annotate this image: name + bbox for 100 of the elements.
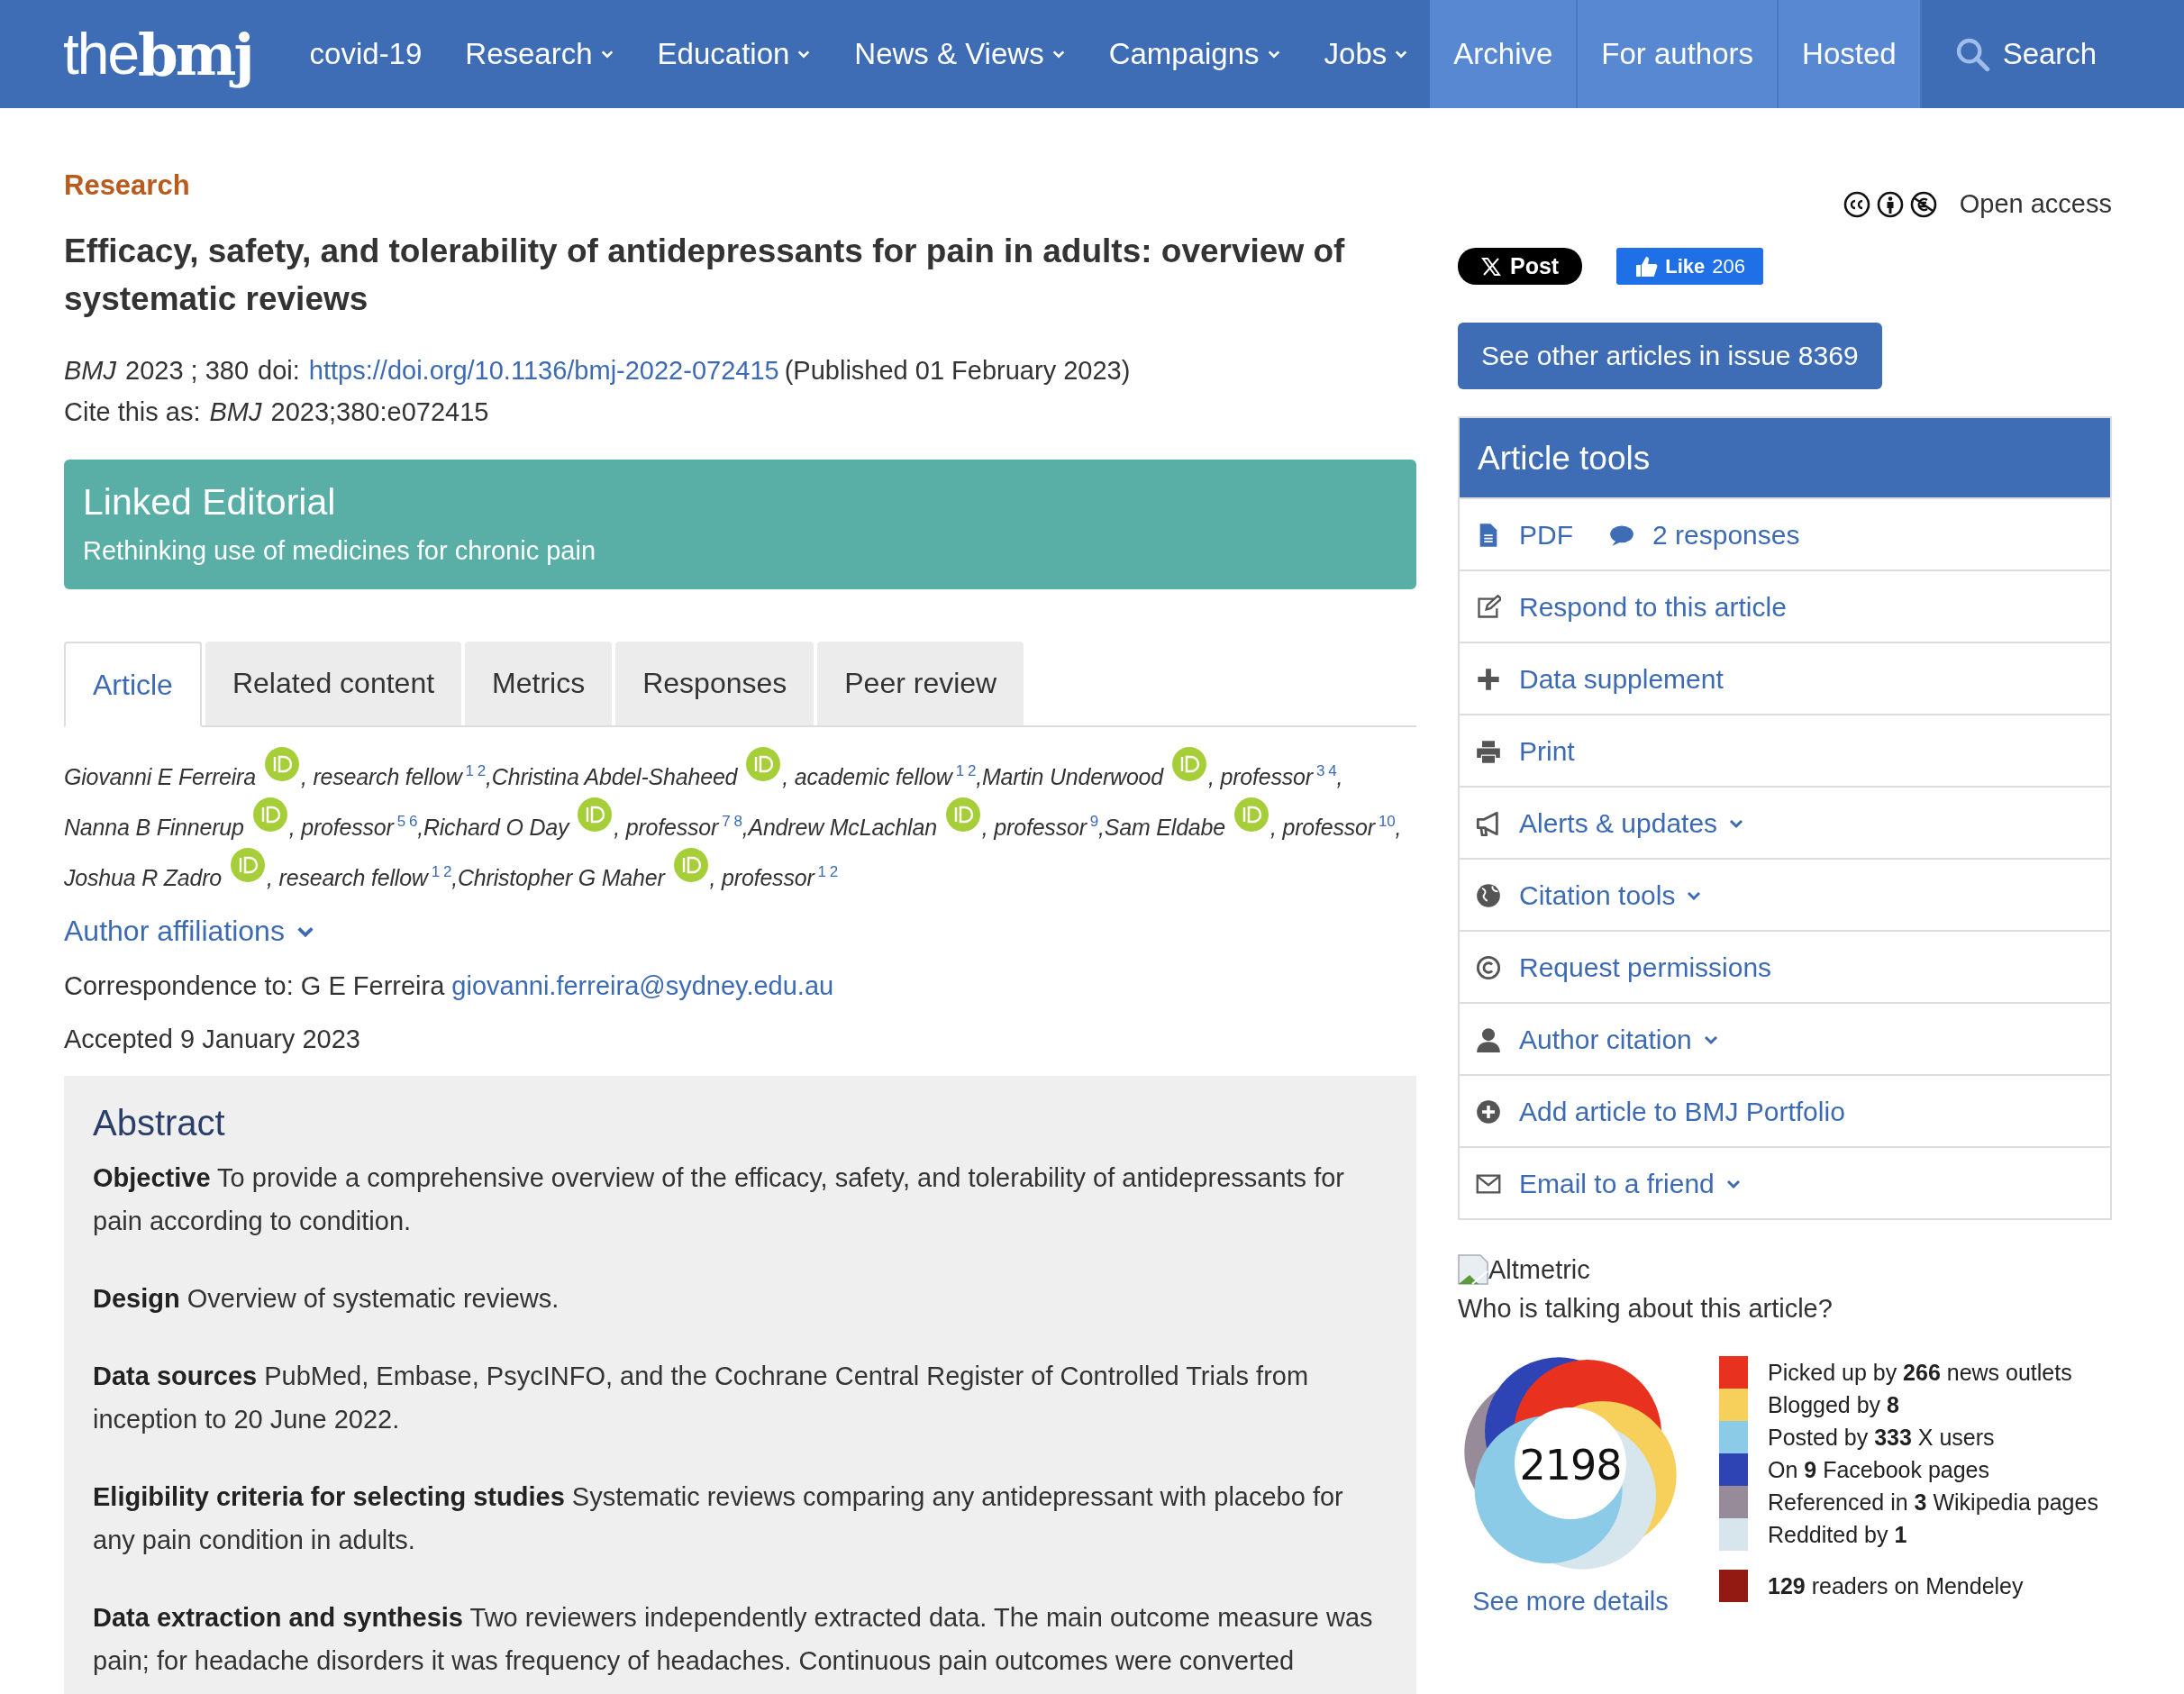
- tab[interactable]: Article: [64, 642, 202, 727]
- separator-text: ,: [1336, 764, 1343, 789]
- logo[interactable]: thebmj: [0, 0, 288, 108]
- legend-text: Reddited by 1: [1768, 1521, 1907, 1548]
- affiliation-link[interactable]: 2: [477, 762, 487, 779]
- doi-link[interactable]: https://doi.org/10.1136/bmj-2022-072415: [308, 350, 779, 391]
- post-button[interactable]: Post: [1458, 248, 1583, 285]
- abstract-paragraph: Objective To provide a comprehensive overview of the efficacy, safety, and tolerability of antidepressants for pain according to condition.: [93, 1162, 1345, 1237]
- edit-icon: [1476, 595, 1501, 620]
- affiliation-link[interactable]: 1: [955, 762, 964, 779]
- doi-label: doi:: [258, 355, 300, 387]
- add-icon: [1476, 1099, 1501, 1125]
- article-title: Efficacy, safety, and tolerability of antidepressants for pain in adults: overview of systematic reviews: [64, 232, 1346, 319]
- tool-link[interactable]: Email to a friend: [1476, 1168, 1742, 1200]
- author-name: Andrew McLachlan: [748, 815, 937, 840]
- tool-link[interactable]: Respond to this article: [1476, 591, 1787, 624]
- nav-link[interactable]: Jobs: [1302, 0, 1431, 108]
- tool-link[interactable]: Citation tools: [1476, 879, 1703, 912]
- affiliation-link[interactable]: 4: [1328, 762, 1337, 779]
- tab[interactable]: Responses: [615, 642, 814, 725]
- see-more-details-link[interactable]: See more details: [1472, 1587, 1669, 1617]
- tool-link[interactable]: Data supplement: [1476, 663, 1724, 696]
- published-date: (Published 01 February 2023): [784, 355, 1131, 387]
- author-name: Christopher G Maher: [458, 865, 665, 890]
- separator-text: ,: [1395, 815, 1402, 840]
- legend-text: Posted by 333 X users: [1768, 1424, 1995, 1451]
- tool-link[interactable]: Add article to BMJ Portfolio: [1476, 1096, 1845, 1128]
- author-affiliations-link[interactable]: Author affiliations: [64, 915, 315, 948]
- abstract-paragraph: Data extraction and synthesis Two reviewers independently extracted data. The main outcome measure was pain; for headache disorders it was frequency of headaches. Continuous pain outcomes were converted: [93, 1602, 1374, 1677]
- citation-text: 2023;380:e072415: [270, 396, 489, 428]
- orcid-icon: [945, 797, 980, 832]
- author-name: Nanna B Finnerup: [64, 815, 244, 840]
- like-button[interactable]: Like 206: [1616, 248, 1763, 285]
- tool-link[interactable]: Author citation: [1476, 1024, 1719, 1056]
- author-role: , professor: [1208, 764, 1313, 789]
- nav-link[interactable]: For authors: [1578, 0, 1779, 108]
- nav-link[interactable]: Archive: [1430, 0, 1579, 108]
- globe-icon: [1476, 883, 1501, 908]
- separator-text: ,: [417, 815, 423, 840]
- broken-image-icon: [1458, 1254, 1488, 1285]
- image-alt-text: Altmetric: [1488, 1254, 1590, 1285]
- orcid-icon: [1172, 747, 1206, 781]
- tab[interactable]: Metrics: [465, 642, 613, 725]
- tool-link[interactable]: Print: [1476, 735, 1575, 768]
- nav-link[interactable]: News & Views: [833, 0, 1087, 108]
- nav-link[interactable]: Campaigns: [1087, 0, 1303, 108]
- nav-link[interactable]: Hosted: [1779, 0, 1922, 108]
- separator-text: ,: [1098, 815, 1105, 840]
- author-name: Sam Eldabe: [1104, 815, 1225, 840]
- email-link[interactable]: giovanni.ferreira@sydney.edu.au: [451, 971, 834, 1001]
- author-name: Joshua R Zadro: [64, 865, 223, 890]
- issue-button[interactable]: See other articles in issue 8369: [1458, 323, 1882, 389]
- affiliation-link[interactable]: 3: [1315, 762, 1325, 779]
- affiliation-link[interactable]: 2: [967, 762, 977, 779]
- affiliation-link[interactable]: 2: [442, 863, 452, 880]
- affiliation-link[interactable]: 7: [722, 813, 731, 830]
- nav-link[interactable]: Research: [443, 0, 636, 108]
- megaphone-icon: [1476, 811, 1501, 836]
- abstract-heading: Abstract: [93, 1103, 226, 1143]
- tool-link[interactable]: 2 responses: [1609, 519, 1800, 551]
- legend-text: Picked up by 266 news outlets: [1768, 1359, 2072, 1386]
- separator-text: ,: [486, 764, 492, 789]
- affiliation-link[interactable]: 1: [817, 863, 826, 880]
- nav-link[interactable]: covid-19: [287, 0, 444, 108]
- person-icon: [1476, 1027, 1501, 1052]
- tab[interactable]: Related content: [205, 642, 462, 725]
- orcid-icon: [231, 848, 266, 882]
- orcid-icon: [252, 797, 287, 832]
- tab[interactable]: Peer review: [817, 642, 1024, 725]
- affiliation-link[interactable]: 5: [396, 813, 405, 830]
- x-logo-icon: [1481, 256, 1501, 277]
- journal-name: BMJ: [209, 396, 262, 428]
- thumbs-up-icon: [1634, 254, 1659, 278]
- author-name: Christina Abdel-Shaheed: [491, 764, 738, 789]
- tool-link[interactable]: Request permissions: [1476, 952, 1772, 984]
- orcid-icon: [673, 848, 708, 882]
- tool-link[interactable]: Alerts & updates: [1476, 807, 1745, 840]
- author-role: , research fellow: [300, 764, 462, 789]
- affiliation-link[interactable]: 10: [1378, 813, 1396, 830]
- separator-text: ,: [976, 764, 982, 789]
- nav-link[interactable]: Education: [635, 0, 833, 108]
- correspondence-text: Correspondence to: G E Ferreira: [64, 971, 445, 1001]
- affiliation-link[interactable]: 1: [465, 762, 474, 779]
- author-role: , professor: [981, 815, 1087, 840]
- affiliation-link[interactable]: 2: [829, 863, 839, 880]
- affiliation-link[interactable]: 1: [431, 863, 440, 880]
- author-role: , professor: [709, 865, 814, 890]
- author-role: , research fellow: [267, 865, 428, 890]
- search-link[interactable]: Search: [1921, 0, 2134, 108]
- affiliation-link[interactable]: 8: [733, 813, 742, 830]
- affiliation-link[interactable]: 9: [1089, 813, 1099, 830]
- printer-icon: [1476, 739, 1501, 764]
- author-role: , professor: [614, 815, 719, 840]
- orcid-icon: [578, 797, 613, 832]
- separator-text: ,: [451, 865, 458, 890]
- journal-name: BMJ: [64, 355, 116, 387]
- author-role: , professor: [288, 815, 394, 840]
- affiliation-link[interactable]: 6: [408, 813, 418, 830]
- author-role: , academic fellow: [782, 764, 952, 789]
- tool-link[interactable]: PDF: [1476, 519, 1573, 551]
